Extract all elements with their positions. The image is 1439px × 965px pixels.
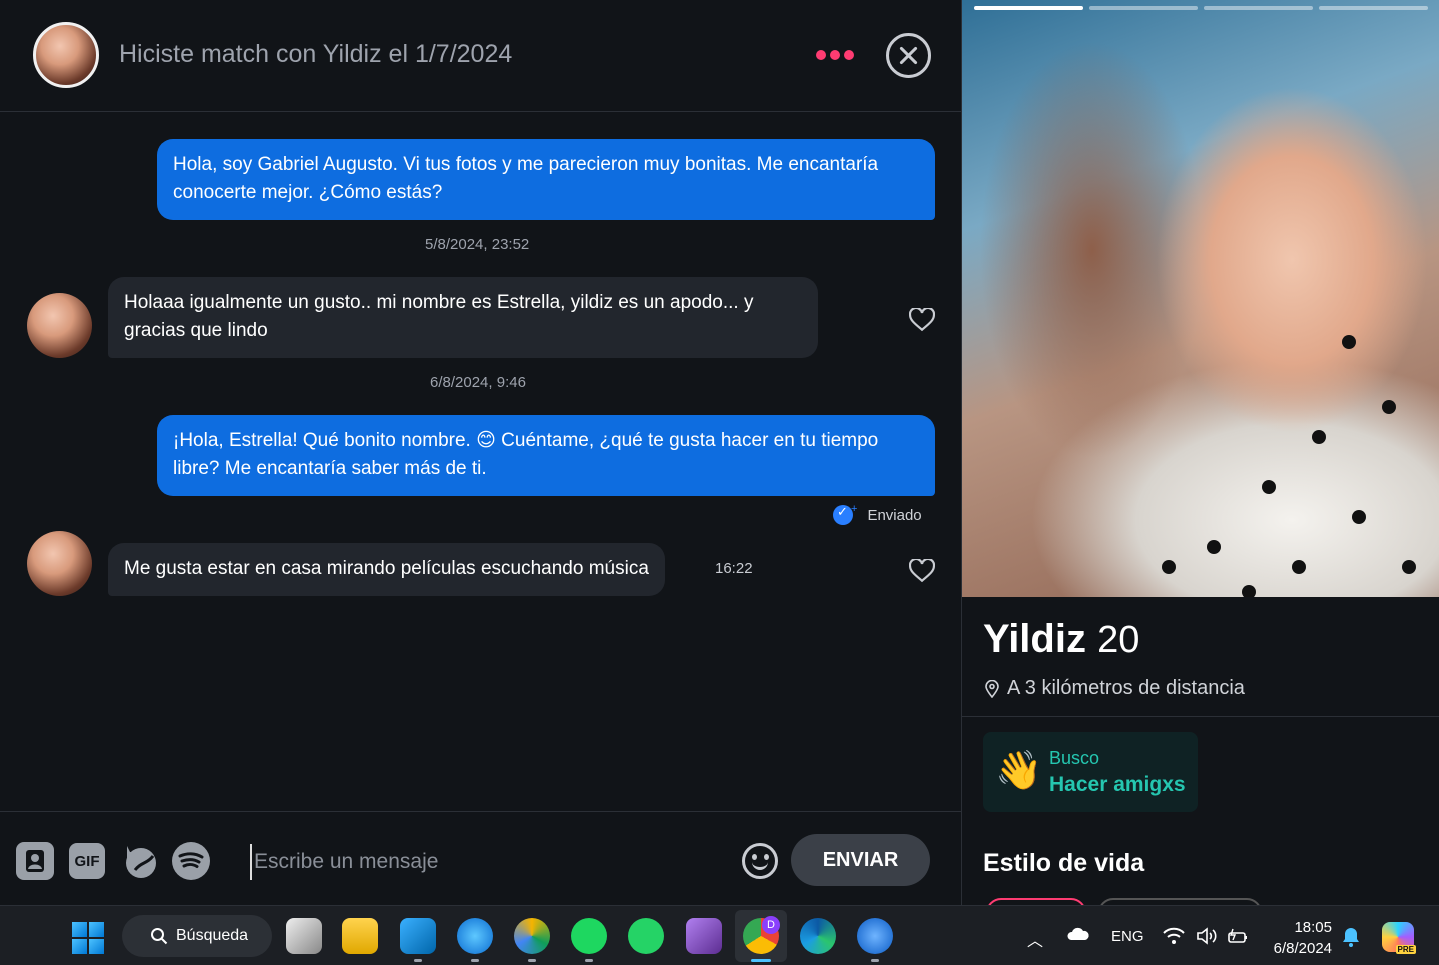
copilot-badge: PRE <box>1395 945 1416 954</box>
volume-icon[interactable] <box>1196 927 1218 949</box>
onedrive-icon[interactable] <box>1066 927 1090 945</box>
distance-text: A 3 kilómetros de distancia <box>1007 677 1245 699</box>
message-composer: GIF ENVIAR <box>0 811 961 905</box>
clock-time: 18:05 <box>1294 919 1332 936</box>
photo-progress-segment[interactable] <box>1089 6 1198 10</box>
photo-dot <box>1162 560 1176 574</box>
distance-row: A 3 kilómetros de distancia <box>985 677 1245 700</box>
message-status: + Enviado <box>833 503 922 525</box>
app-icon[interactable] <box>457 918 493 954</box>
running-indicator <box>528 959 536 962</box>
contact-card-icon[interactable] <box>16 842 54 880</box>
profile-photo[interactable] <box>962 0 1439 597</box>
chevron-up-icon[interactable]: ︿ <box>1027 927 1043 951</box>
incoming-message[interactable]: Holaaa igualmente un gusto.. mi nombre e… <box>108 277 818 358</box>
photo-progress-segment[interactable] <box>1319 6 1428 10</box>
app-icon[interactable] <box>514 918 550 954</box>
vscode-icon[interactable] <box>400 918 436 954</box>
outgoing-message[interactable]: Hola, soy Gabriel Augusto. Vi tus fotos … <box>157 139 935 220</box>
message-timestamp: 5/8/2024, 23:52 <box>425 236 530 253</box>
waving-hand-icon: 👋 <box>995 748 1043 792</box>
chat-pane: Hiciste match con Yildiz el 1/7/2024 Hol… <box>0 0 962 905</box>
photo-progress <box>974 6 1428 10</box>
photo-dot <box>1352 510 1366 524</box>
app-window: Hiciste match con Yildiz el 1/7/2024 Hol… <box>0 0 1439 905</box>
notification-bell-icon[interactable] <box>1341 926 1361 952</box>
looking-for-card: 👋 Busco Hacer amigxs <box>983 732 1198 812</box>
wifi-icon[interactable] <box>1163 927 1185 949</box>
sent-check-icon <box>833 505 853 525</box>
search-icon <box>151 928 168 945</box>
sender-avatar[interactable] <box>27 531 92 596</box>
chat-header: Hiciste match con Yildiz el 1/7/2024 <box>0 0 961 112</box>
lifestyle-chip <box>1098 898 1262 905</box>
lifestyle-title: Estilo de vida <box>983 849 1145 877</box>
message-time: 16:22 <box>715 560 753 577</box>
more-dot-icon <box>816 50 826 60</box>
search-label: Búsqueda <box>176 927 249 944</box>
spotify-app-icon[interactable] <box>571 918 607 954</box>
taskbar: Búsqueda D ︿ ENG 18:05 6/8/2024 PRE <box>0 905 1439 965</box>
profile-pane: Yildiz 20 A 3 kilómetros de distancia 👋 … <box>962 0 1439 905</box>
photo-progress-segment[interactable] <box>1204 6 1313 10</box>
match-avatar[interactable] <box>33 22 99 88</box>
taskbar-search[interactable]: Búsqueda <box>122 915 272 957</box>
profile-name: Yildiz 20 <box>983 617 1139 662</box>
photo-dot <box>1262 480 1276 494</box>
active-indicator <box>751 959 771 962</box>
looking-for-label: Busco <box>1049 748 1100 768</box>
system-clock[interactable]: 18:05 6/8/2024 <box>1266 917 1332 959</box>
status-label: Enviado <box>867 506 922 524</box>
file-explorer-icon[interactable] <box>342 918 378 954</box>
sticker-icon[interactable] <box>121 842 159 880</box>
message-timestamp: 6/8/2024, 9:46 <box>430 374 526 391</box>
heart-icon[interactable] <box>909 308 935 332</box>
outgoing-message[interactable]: ¡Hola, Estrella! Qué bonito nombre. 😊 Cu… <box>157 415 935 496</box>
sender-avatar[interactable] <box>27 293 92 358</box>
send-button[interactable]: ENVIAR <box>791 834 930 886</box>
running-indicator <box>414 959 422 962</box>
battery-icon[interactable] <box>1227 927 1249 949</box>
photo-dot <box>1382 400 1396 414</box>
close-icon[interactable] <box>886 33 931 78</box>
lifestyle-chip <box>986 898 1086 905</box>
running-indicator <box>871 959 879 962</box>
more-dot-icon <box>830 50 840 60</box>
clock-date: 6/8/2024 <box>1273 940 1332 957</box>
running-indicator <box>471 959 479 962</box>
message-input[interactable] <box>250 844 720 880</box>
windows-start-icon[interactable] <box>72 922 104 954</box>
photo-dot <box>1242 585 1256 597</box>
running-indicator <box>585 959 593 962</box>
looking-for-value: Hacer amigxs <box>1049 773 1186 796</box>
photo-progress-segment[interactable] <box>974 6 1083 10</box>
chrome-profile-badge: D <box>762 916 780 934</box>
heart-icon[interactable] <box>909 559 935 583</box>
task-view-icon[interactable] <box>286 918 322 954</box>
gif-button[interactable]: GIF <box>69 843 105 879</box>
match-title: Hiciste match con Yildiz el 1/7/2024 <box>119 40 513 68</box>
location-pin-icon <box>985 679 999 698</box>
more-dot-icon <box>844 50 854 60</box>
language-indicator[interactable]: ENG <box>1111 928 1144 945</box>
visual-studio-icon[interactable] <box>686 918 722 954</box>
profile-name-text: Yildiz <box>983 617 1086 661</box>
photo-dot <box>1342 335 1356 349</box>
whatsapp-icon[interactable] <box>628 918 664 954</box>
profile-age: 20 <box>1097 619 1140 661</box>
divider <box>962 716 1439 717</box>
firefox-icon[interactable] <box>857 918 893 954</box>
more-options-button[interactable] <box>816 44 860 66</box>
photo-dot <box>1312 430 1326 444</box>
photo-dot <box>1292 560 1306 574</box>
copilot-icon[interactable]: PRE <box>1382 922 1416 954</box>
photo-dot <box>1402 560 1416 574</box>
spotify-icon[interactable] <box>172 842 210 880</box>
edge-icon[interactable] <box>800 918 836 954</box>
emoji-icon[interactable] <box>742 843 778 879</box>
incoming-message[interactable]: Me gusta estar en casa mirando películas… <box>108 543 665 596</box>
photo-dot <box>1207 540 1221 554</box>
